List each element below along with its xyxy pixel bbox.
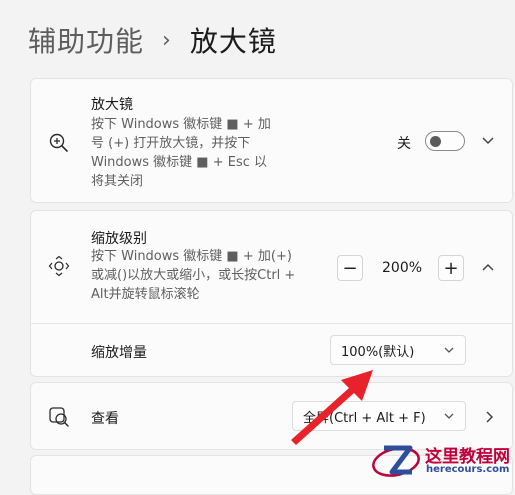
view-label: 查看 (91, 411, 119, 427)
zoom-level-value: 200% (382, 260, 423, 276)
zoom-increment-dropdown[interactable]: 100%(默认) (330, 335, 466, 365)
chevron-right-icon[interactable] (483, 410, 495, 424)
zoom-increment-selected: 100%(默认) (341, 344, 415, 360)
magnifier-toggle-state: 关 (397, 136, 411, 152)
zoom-level-card: 缩放级别 按下 Windows 徽标键 ■ + 加(+) 或减()以放大或缩小，… (30, 210, 513, 377)
zoom-increment-label: 缩放增量 (91, 345, 147, 361)
toggle-knob (430, 136, 441, 147)
site-watermark: 这里教程网 herecours.com (368, 436, 515, 483)
magnifier-title: 放大镜 (91, 97, 133, 113)
magnifier-toggle[interactable] (425, 131, 465, 151)
breadcrumb-parent-accessibility[interactable]: 辅助功能 (28, 20, 144, 60)
page-title: 放大镜 (189, 25, 277, 58)
zoom-increase-button[interactable]: + (438, 255, 464, 281)
zoom-move-icon (48, 255, 70, 277)
watermark-logo-icon (372, 445, 420, 477)
chevron-down-icon (444, 413, 454, 419)
chevron-down-icon[interactable] (481, 135, 495, 147)
zoom-level-title: 缩放级别 (91, 231, 147, 247)
chevron-down-icon (444, 347, 454, 353)
magnifier-description: 按下 Windows 徽标键 ■ + 加 号 (+) 打开放大镜，并按下 Win… (91, 117, 271, 189)
watermark-url: herecours.com (426, 464, 510, 475)
breadcrumb-separator: › (162, 27, 172, 53)
breadcrumb: 辅助功能 › 放大镜 (28, 20, 277, 60)
view-mode-icon (49, 407, 69, 427)
zoom-level-description: 按下 Windows 徽标键 ■ + 加(+) 或减()以放大或缩小，或长按Ct… (91, 249, 296, 302)
annotation-arrow (291, 370, 373, 445)
zoom-decrease-button[interactable]: − (337, 255, 363, 281)
zoom-in-icon (49, 133, 68, 152)
zoom-section-divider (31, 323, 512, 324)
chevron-up-icon[interactable] (481, 261, 495, 273)
magnifier-card[interactable]: 放大镜 按下 Windows 徽标键 ■ + 加 号 (+) 打开放大镜，并按下… (30, 78, 513, 203)
